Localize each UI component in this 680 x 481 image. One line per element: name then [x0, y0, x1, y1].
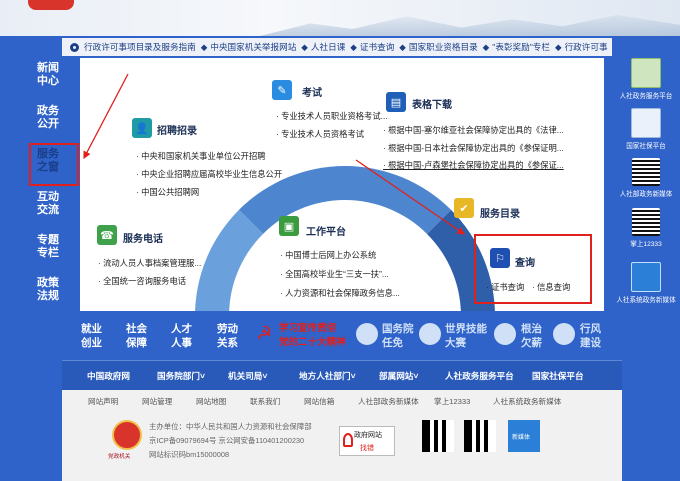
- footer-link-system-media[interactable]: 人社系统政务新媒体: [493, 396, 561, 407]
- qr-code-icon: [422, 420, 454, 452]
- state-council-icon: [356, 323, 378, 345]
- svc-employment[interactable]: 就业 创业: [81, 322, 102, 350]
- rc-social-security[interactable]: 国家社保平台: [612, 108, 680, 150]
- rc-12333[interactable]: 掌上12333: [612, 208, 680, 248]
- link-local[interactable]: 地方人社部门˅: [299, 370, 356, 382]
- footer-link-mailbox[interactable]: 网站信箱: [304, 396, 334, 407]
- svc-party-banner[interactable]: 学习宣传贯彻 党的二十大精神: [279, 322, 346, 350]
- footer-icp[interactable]: 京ICP备09079694号 京公网安备110401200230: [149, 435, 304, 446]
- error-report-icon: [343, 433, 353, 447]
- emblem-label: 党政机关: [108, 454, 131, 460]
- footer-link-management[interactable]: 网站管理: [142, 396, 172, 407]
- gov-site-error-report[interactable]: 政府网站 找错: [339, 426, 395, 456]
- link-gov[interactable]: 中国政府网: [87, 370, 130, 382]
- footer-host: 主办单位：中华人民共和国人力资源和社会保障部: [149, 422, 312, 431]
- svc-skills[interactable]: 世界技能 大赛: [445, 322, 487, 350]
- new-media-badge-label: 新媒体: [512, 435, 531, 441]
- svc-appointments[interactable]: 国务院 任免: [382, 322, 414, 350]
- links-row: 中国政府网 国务院部门˅ 机关司局˅ 地方人社部门˅ 部属网站˅ 人社政务服务平…: [62, 360, 622, 390]
- link-state-council[interactable]: 国务院部门˅: [157, 370, 205, 382]
- footer-link-12333[interactable]: 掌上12333: [434, 396, 470, 407]
- qr-code-icon: [632, 208, 660, 236]
- qr-code-icon: [464, 420, 496, 452]
- footer-link-sitemap[interactable]: 网站地图: [196, 396, 226, 407]
- svc-wages[interactable]: 根治 欠薪: [521, 322, 542, 350]
- svc-social-security[interactable]: 社会 保障: [126, 322, 147, 350]
- link-social-platform[interactable]: 国家社保平台: [532, 370, 584, 382]
- link-affiliated[interactable]: 部属网站˅: [379, 370, 418, 382]
- rc-service-platform[interactable]: 人社政务服务平台: [612, 58, 680, 100]
- svc-style[interactable]: 行风 建设: [580, 322, 601, 350]
- svc-labor[interactable]: 劳动 关系: [217, 322, 238, 350]
- system-media-icon: [631, 262, 661, 292]
- party-gov-emblem[interactable]: [112, 420, 142, 450]
- rc-system-media[interactable]: 人社系统政务新媒体: [612, 262, 680, 304]
- link-departments[interactable]: 机关司局˅: [228, 370, 267, 382]
- footer-link-contact[interactable]: 联系我们: [250, 396, 280, 407]
- party-emblem-icon: ☭: [256, 323, 273, 343]
- footer: 网站声明 网站管理 网站地图 联系我们 网站信箱 人社部政务新媒体 掌上1233…: [62, 390, 622, 481]
- wages-icon: [494, 323, 516, 345]
- style-icon: [553, 323, 575, 345]
- footer-link-statement[interactable]: 网站声明: [88, 396, 118, 407]
- service-platform-icon: [631, 58, 661, 88]
- rc-new-media[interactable]: 人社部政务新媒体: [612, 158, 680, 198]
- qr-code-icon: [632, 158, 660, 186]
- social-security-icon: [631, 108, 661, 138]
- svc-talent[interactable]: 人才 人事: [171, 322, 192, 350]
- footer-link-new-media[interactable]: 人社部政务新媒体: [358, 396, 419, 407]
- skills-icon: [419, 323, 441, 345]
- footer-site-code: 网站标识码bm15000008: [149, 450, 230, 459]
- link-service-platform[interactable]: 人社政务服务平台: [445, 370, 514, 382]
